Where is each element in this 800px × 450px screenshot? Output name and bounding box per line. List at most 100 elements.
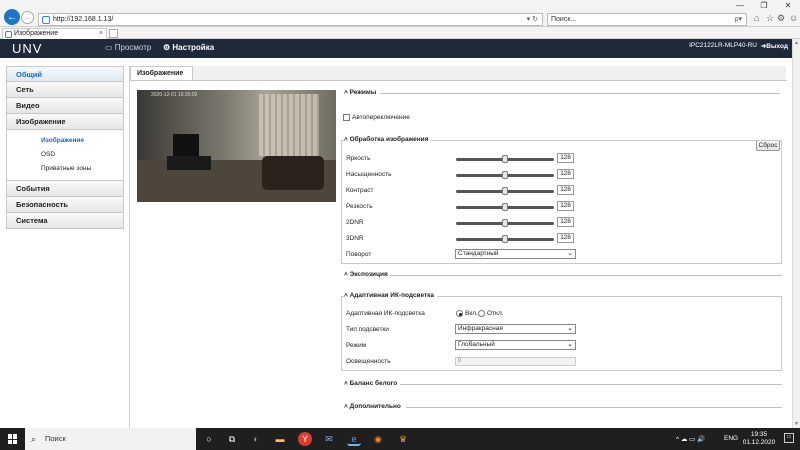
yandex-browser-icon[interactable]: Y	[298, 432, 312, 446]
section-image-processing-title[interactable]: ˄ Обработка изображения	[344, 136, 432, 143]
video-scene	[259, 94, 319, 156]
saturation-label: Насыщенность	[346, 171, 392, 178]
scroll-up-icon[interactable]: ▲	[794, 40, 799, 46]
feedback-smiley-icon[interactable]: ☺	[789, 13, 798, 23]
sharpness-value[interactable]: 128	[557, 201, 574, 211]
new-tab-button[interactable]	[109, 29, 118, 38]
sidebar-subitem-image[interactable]: Изображение	[6, 134, 124, 148]
rotation-label: Поворот	[346, 251, 372, 258]
app-icon[interactable]: ♛	[396, 432, 410, 446]
slider-thumb[interactable]	[502, 203, 508, 211]
tray-icons[interactable]: ^ ☁ ▭ 🔊	[676, 435, 705, 443]
unv-logo: UNV	[12, 41, 43, 56]
browser-tab[interactable]: Изображение ×	[2, 28, 107, 39]
tab-strip: Изображение ×	[0, 27, 800, 39]
sharpness-slider[interactable]	[456, 203, 554, 211]
section-exposure-title[interactable]: ˄ Экспозиция	[344, 271, 388, 278]
3dnr-value[interactable]: 128	[557, 233, 574, 243]
address-tools[interactable]: ▾ ↻	[527, 14, 538, 25]
tab-favicon-icon	[5, 31, 12, 38]
ir-mode-label: Режим	[346, 342, 367, 349]
tab-close-icon[interactable]: ×	[99, 29, 103, 39]
clock-time: 19:35	[750, 431, 768, 438]
slider-thumb[interactable]	[502, 187, 508, 195]
section-modes-title[interactable]: ˄ Режимы	[344, 89, 376, 96]
slider-thumb[interactable]	[502, 235, 508, 243]
back-button[interactable]: ←	[4, 9, 20, 25]
2dnr-value[interactable]: 128	[557, 217, 574, 227]
favorites-star-icon[interactable]: ☆	[766, 13, 774, 24]
sidebar-item-general[interactable]: Общий	[6, 66, 124, 82]
slider-thumb[interactable]	[502, 155, 508, 163]
slider-thumb[interactable]	[502, 171, 508, 179]
internet-explorer-icon[interactable]: e	[347, 432, 361, 446]
slider-thumb[interactable]	[502, 219, 508, 227]
auto-switch-checkbox[interactable]	[343, 114, 350, 121]
2dnr-label: 2DNR	[346, 219, 364, 226]
section-white-balance-title[interactable]: ˄ Баланс белого	[344, 380, 397, 387]
scroll-down-icon[interactable]: ▼	[794, 421, 799, 427]
section-modes-label: Режимы	[349, 89, 377, 96]
contrast-slider[interactable]	[456, 187, 554, 195]
live-video-preview[interactable]: 2020-12-01 19:35:02	[137, 90, 336, 202]
mail-icon[interactable]: ✉	[322, 432, 336, 446]
ir-off-label: Откл.	[487, 310, 504, 317]
brightness-slider[interactable]	[456, 155, 554, 163]
file-explorer-icon[interactable]: ▬	[273, 432, 287, 446]
address-bar[interactable]: http://192.168.1.13/ ▾ ↻	[38, 13, 543, 26]
close-icon[interactable]: ✕	[776, 0, 800, 12]
nav-settings-label: Настройка	[172, 43, 215, 52]
notifications-icon[interactable]: ▭	[784, 433, 794, 443]
taskbar-search[interactable]: ⌕ Поиск	[25, 428, 196, 450]
forward-button[interactable]: →	[21, 11, 34, 24]
saturation-slider[interactable]	[456, 171, 554, 179]
contrast-label: Контраст	[346, 187, 374, 194]
edge-icon[interactable]: ◐	[249, 432, 263, 446]
start-button[interactable]	[8, 434, 18, 444]
brightness-value[interactable]: 128	[557, 153, 574, 163]
3dnr-slider[interactable]	[456, 235, 554, 243]
contrast-value[interactable]: 128	[557, 185, 574, 195]
ir-mode-select[interactable]: Глобальный ⌄	[455, 340, 576, 350]
firefox-icon[interactable]: ◉	[371, 432, 385, 446]
search-tools[interactable]: ρ▾	[735, 14, 743, 25]
rotation-select[interactable]: Стандартный ⌄	[455, 249, 576, 259]
sidebar-item-events[interactable]: События	[6, 181, 124, 197]
sidebar-item-video[interactable]: Видео	[6, 98, 124, 114]
logout-button[interactable]: ➜Выход	[761, 42, 788, 50]
maximize-icon[interactable]: ❐	[752, 0, 776, 12]
sidebar-item-security[interactable]: Безопасность	[6, 197, 124, 213]
sidebar-subitem-osd[interactable]: OSD	[6, 148, 124, 162]
adaptive-ir-label: Адаптивная ИК-подсветка	[346, 310, 425, 317]
section-advanced-title[interactable]: ˄ Дополнительно	[344, 403, 401, 410]
browser-search-input[interactable]: Поиск... ρ▾	[547, 13, 747, 26]
sidebar-item-image[interactable]: Изображение	[6, 114, 124, 130]
section-advanced-label: Дополнительно	[349, 403, 401, 410]
tab-title: Изображение	[14, 30, 59, 37]
rotation-value: Стандартный	[458, 250, 499, 257]
section-ir-title[interactable]: ˄ Адаптивная ИК-подсветка	[344, 292, 438, 299]
nav-settings[interactable]: ⚙ Настройка	[163, 43, 214, 52]
taskbar-clock[interactable]: 19:35 01.12.2020	[741, 431, 777, 447]
chevron-down-icon: ⌄	[567, 325, 573, 332]
minimize-icon[interactable]: —	[728, 0, 752, 12]
home-icon[interactable]: ⌂	[754, 13, 759, 23]
ir-on-radio[interactable]	[456, 310, 463, 317]
main-panel: Изображение 2020-12-01 19:35:02 ˄ Режимы…	[129, 66, 787, 428]
cortana-icon[interactable]: ○	[202, 432, 216, 446]
page-scrollbar[interactable]: ▲ ▼	[792, 39, 800, 428]
sidebar-item-system[interactable]: Система	[6, 213, 124, 229]
nav-preview[interactable]: ▭ Просмотр	[105, 43, 151, 52]
saturation-value[interactable]: 128	[557, 169, 574, 179]
sidebar-subitem-privacy-zones[interactable]: Приватные зоны	[6, 162, 124, 176]
settings-sidebar: Общий Сеть Видео Изображение Изображение…	[6, 66, 124, 229]
ir-off-radio[interactable]	[478, 310, 485, 317]
tab-image[interactable]: Изображение	[130, 66, 193, 80]
taskbar-search-label: Поиск	[45, 434, 66, 443]
task-view-icon[interactable]: ⧉	[225, 432, 239, 446]
language-indicator[interactable]: ENG	[724, 435, 738, 442]
ir-type-select[interactable]: Инфракрасная ⌄	[455, 324, 576, 334]
2dnr-slider[interactable]	[456, 219, 554, 227]
settings-gear-icon[interactable]: ⚙	[777, 13, 785, 24]
sidebar-item-network[interactable]: Сеть	[6, 82, 124, 98]
